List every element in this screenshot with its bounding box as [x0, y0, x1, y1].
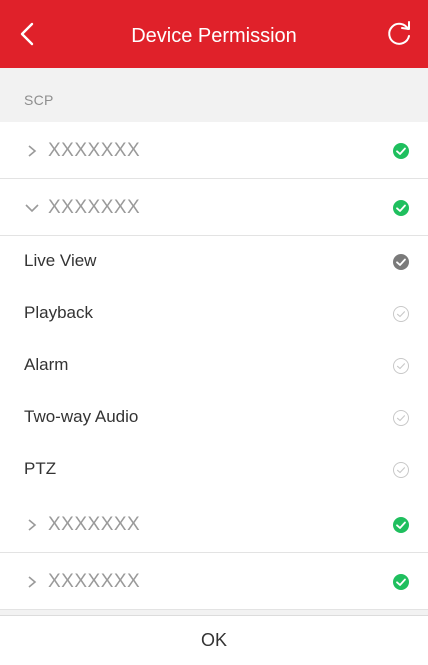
chevron-down-icon: [25, 204, 39, 213]
device-name: XXXXXXX: [48, 571, 141, 592]
permission-label: Two-way Audio: [24, 407, 139, 426]
device-name: XXXXXXX: [48, 514, 141, 535]
permission-row-alarm[interactable]: Alarm: [0, 340, 428, 393]
check-outline-icon[interactable]: [391, 460, 411, 480]
section-label: SCP: [24, 92, 54, 108]
check-circle-icon[interactable]: [391, 572, 411, 592]
chevron-right-icon: [28, 145, 37, 157]
chevron-right-icon: [28, 576, 37, 588]
device-row[interactable]: XXXXXXX: [0, 553, 428, 610]
check-outline-icon[interactable]: [391, 356, 411, 376]
check-outline-icon[interactable]: [391, 304, 411, 324]
check-circle-icon[interactable]: [391, 198, 411, 218]
check-outline-icon[interactable]: [391, 408, 411, 428]
check-circle-icon[interactable]: [391, 515, 411, 535]
device-name: XXXXXXX: [48, 140, 141, 161]
permission-row-live-view[interactable]: Live View: [0, 236, 428, 289]
permission-row-two-way-audio[interactable]: Two-way Audio: [0, 392, 428, 445]
permission-label: Alarm: [24, 355, 69, 374]
ok-button[interactable]: OK: [0, 630, 428, 651]
check-circle-icon[interactable]: [391, 252, 411, 272]
check-circle-icon[interactable]: [391, 141, 411, 161]
device-row-expanded[interactable]: XXXXXXX: [0, 179, 428, 236]
permission-label: PTZ: [24, 459, 57, 478]
page-title: Device Permission: [131, 25, 297, 47]
permission-row-playback[interactable]: Playback: [0, 288, 428, 341]
footer-bar: OK: [0, 615, 428, 665]
device-name: XXXXXXX: [48, 197, 141, 218]
chevron-right-icon: [28, 519, 37, 531]
device-row[interactable]: XXXXXXX: [0, 496, 428, 553]
permission-row-ptz[interactable]: PTZ: [0, 444, 428, 497]
permission-label: Playback: [24, 303, 93, 322]
device-list: XXXXXXX XXXXXXX Live View Playback Alarm…: [0, 122, 428, 610]
header-bar: Device Permission: [0, 0, 428, 68]
permission-label: Live View: [24, 251, 97, 270]
refresh-icon[interactable]: [384, 19, 414, 49]
device-row[interactable]: XXXXXXX: [0, 122, 428, 179]
